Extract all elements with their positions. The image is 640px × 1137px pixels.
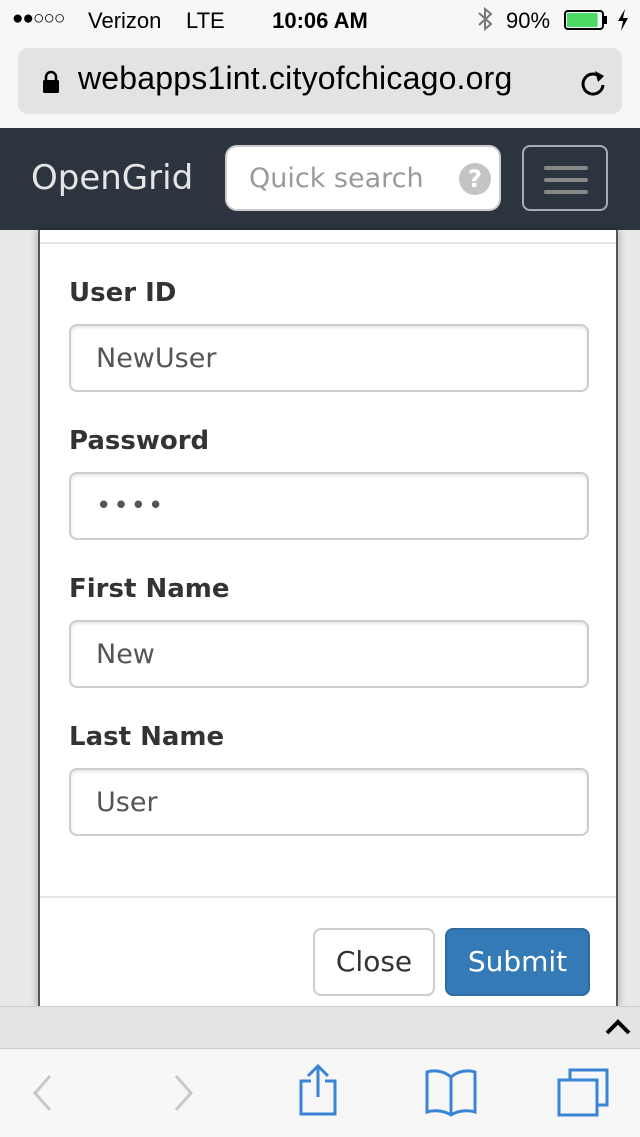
navbar: OpenGrid ? bbox=[0, 128, 640, 230]
chevron-up-icon[interactable] bbox=[604, 1017, 632, 1037]
back-arrow-icon[interactable] bbox=[30, 1073, 56, 1113]
url-text: webapps1int.cityofchicago.org bbox=[78, 60, 513, 96]
bookmarks-icon[interactable] bbox=[424, 1067, 478, 1117]
lock-icon bbox=[43, 70, 59, 93]
brand-logo[interactable]: OpenGrid bbox=[31, 158, 193, 198]
quick-search-box: ? bbox=[225, 145, 501, 211]
password-field[interactable] bbox=[69, 472, 589, 540]
user-id-label: User ID bbox=[69, 278, 177, 308]
bluetooth-icon bbox=[478, 6, 493, 32]
last-name-field[interactable] bbox=[69, 768, 589, 836]
charging-bolt-icon bbox=[618, 9, 628, 31]
close-button[interactable]: Close bbox=[313, 928, 435, 996]
modal-header-divider bbox=[40, 242, 616, 244]
modal-footer-divider bbox=[40, 896, 616, 898]
status-bar: ●●○○○ Verizon LTE 10:06 AM 90% bbox=[0, 0, 640, 40]
address-bar-area: webapps1int.cityofchicago.org bbox=[0, 40, 640, 128]
first-name-field[interactable] bbox=[69, 620, 589, 688]
battery-icon bbox=[564, 10, 607, 30]
help-icon[interactable]: ? bbox=[459, 163, 491, 195]
hamburger-line bbox=[544, 166, 588, 170]
quick-search-input[interactable] bbox=[249, 161, 449, 195]
user-id-field[interactable] bbox=[69, 324, 589, 392]
battery-percent: 90% bbox=[506, 8, 551, 33]
page-background-right bbox=[618, 230, 640, 1006]
safari-collapse-bar bbox=[0, 1006, 640, 1049]
first-name-label: First Name bbox=[69, 574, 230, 604]
safari-toolbar bbox=[0, 1048, 640, 1137]
reload-icon[interactable] bbox=[578, 66, 608, 98]
tabs-icon[interactable] bbox=[556, 1067, 610, 1117]
share-icon[interactable] bbox=[298, 1063, 338, 1117]
hamburger-menu-button[interactable] bbox=[522, 145, 608, 211]
hamburger-line bbox=[544, 178, 588, 182]
last-name-label: Last Name bbox=[69, 722, 225, 752]
submit-button[interactable]: Submit bbox=[445, 928, 590, 996]
page-background-left bbox=[0, 230, 38, 1006]
address-field[interactable]: webapps1int.cityofchicago.org bbox=[18, 48, 622, 114]
password-label: Password bbox=[69, 426, 210, 456]
user-form-modal: User ID Password First Name Last Name Cl… bbox=[38, 230, 618, 1006]
forward-arrow-icon[interactable] bbox=[170, 1073, 196, 1113]
hamburger-line bbox=[544, 190, 588, 194]
